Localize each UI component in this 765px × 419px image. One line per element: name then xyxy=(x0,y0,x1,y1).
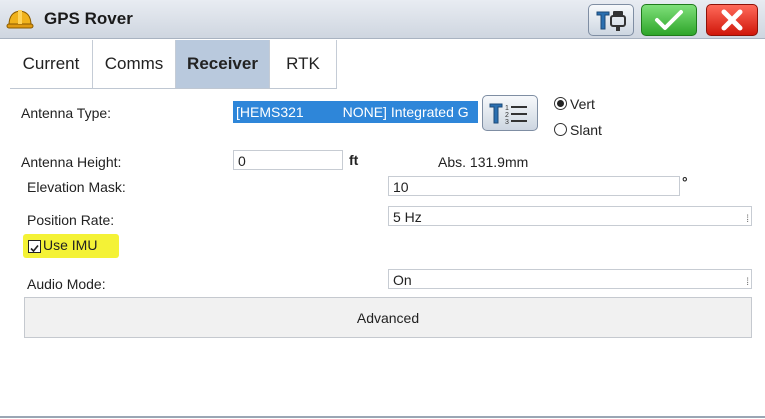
elevation-mask-input[interactable]: 10 xyxy=(388,176,680,196)
antenna-height-input[interactable]: 0 xyxy=(233,150,343,170)
audio-mode-label: Audio Mode: xyxy=(27,276,106,292)
slant-radio[interactable]: Slant xyxy=(554,122,602,138)
antenna-type-select[interactable]: [HEMS321 NONE] Integrated G xyxy=(233,101,478,123)
elevation-mask-label: Elevation Mask: xyxy=(27,179,126,195)
numbered-list-icon: 1 2 3 xyxy=(489,103,527,126)
tab-rtk[interactable]: RTK xyxy=(270,40,337,88)
checkbox-icon xyxy=(28,240,41,253)
antenna-type-label: Antenna Type: xyxy=(21,105,112,121)
radio-unselected-icon xyxy=(554,123,567,136)
dropdown-caret-icon: ⁞ xyxy=(746,277,749,288)
position-rate-label: Position Rate: xyxy=(27,212,115,228)
position-rate-select[interactable]: 5 Hz ⁞ xyxy=(388,206,752,226)
elevation-mask-unit: ° xyxy=(682,174,688,190)
absolute-height-readout: Abs. 131.9mm xyxy=(438,154,529,170)
radio-selected-icon xyxy=(554,97,567,110)
antenna-height-unit: ft xyxy=(349,152,359,168)
audio-mode-select[interactable]: On ⁞ xyxy=(388,269,752,289)
title-bar: GPS Rover xyxy=(0,0,765,39)
use-imu-checkbox[interactable]: Use IMU xyxy=(23,234,119,258)
svg-text:1: 1 xyxy=(505,105,509,112)
ok-button[interactable] xyxy=(641,4,697,36)
use-imu-label: Use IMU xyxy=(43,237,98,253)
vert-radio[interactable]: Vert xyxy=(554,96,595,112)
close-button[interactable] xyxy=(706,4,758,36)
audio-mode-value: On xyxy=(393,272,412,288)
tools-icon xyxy=(596,11,626,31)
advanced-button[interactable]: Advanced xyxy=(24,297,752,338)
svg-text:3: 3 xyxy=(505,119,509,126)
dropdown-caret-icon: ⁞ xyxy=(746,214,749,225)
close-icon xyxy=(721,9,743,31)
checkmark-icon xyxy=(655,10,683,30)
hardhat-icon xyxy=(6,6,34,32)
tab-bar: Current Comms Receiver RTK xyxy=(10,40,337,89)
antenna-height-label: Antenna Height: xyxy=(21,154,122,170)
position-rate-value: 5 Hz xyxy=(393,209,422,225)
svg-text:2: 2 xyxy=(505,112,509,119)
tools-button[interactable] xyxy=(588,4,634,36)
bottom-divider xyxy=(0,416,765,418)
antenna-list-button[interactable]: 1 2 3 xyxy=(482,95,538,131)
app-title: GPS Rover xyxy=(44,9,133,28)
tab-comms[interactable]: Comms xyxy=(93,40,176,88)
tab-current[interactable]: Current xyxy=(10,40,93,88)
vert-radio-label: Vert xyxy=(570,96,595,112)
tab-receiver[interactable]: Receiver xyxy=(176,40,270,88)
slant-radio-label: Slant xyxy=(570,122,602,138)
